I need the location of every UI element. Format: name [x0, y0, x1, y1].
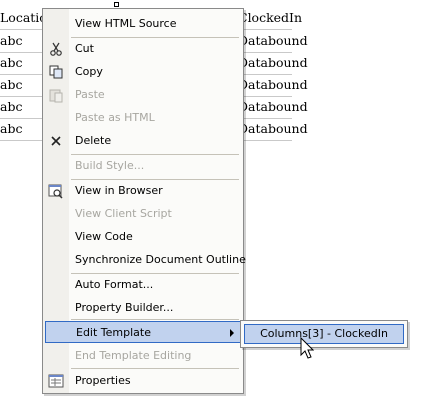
menu-item-label: Copy: [75, 65, 103, 78]
menu-item-label: Edit Template: [76, 326, 151, 339]
menu-item-label: Auto Format...: [75, 278, 154, 291]
menu-item-end-template-editing[interactable]: End Template Editing: [43, 345, 243, 367]
context-menu: View HTML Source Cut Copy Paste Paste as…: [42, 8, 246, 394]
menu-item-label: Delete: [75, 134, 112, 147]
menu-item-label: Property Builder...: [75, 301, 174, 314]
menu-item-view-in-browser[interactable]: View in Browser: [43, 180, 243, 202]
cell-location: abc: [0, 55, 23, 70]
submenu-item-columns-clockedin[interactable]: Columns[3] - ClockedIn: [244, 324, 404, 344]
menu-item-build-style[interactable]: Build Style...: [43, 155, 243, 177]
menu-item-auto-format[interactable]: Auto Format...: [43, 274, 243, 296]
menu-item-view-code[interactable]: View Code: [43, 226, 243, 248]
paste-icon: [49, 89, 63, 103]
header-location: Location: [0, 10, 44, 25]
menu-item-view-client-script[interactable]: View Client Script: [43, 203, 243, 225]
menu-item-edit-template[interactable]: Edit Template: [45, 321, 243, 343]
menu-item-cut[interactable]: Cut: [43, 38, 243, 60]
menu-item-label: View HTML Source: [75, 17, 177, 30]
view-in-browser-icon: [48, 184, 63, 199]
cell-clockedin: Databound: [238, 77, 308, 92]
cell-clockedin: Databound: [238, 33, 308, 48]
header-clockedin: ClockedIn: [238, 10, 303, 25]
cell-clockedin: Databound: [238, 99, 308, 114]
cell-location: abc: [0, 77, 23, 92]
menu-item-synchronize-document-outline[interactable]: Synchronize Document Outline: [43, 249, 246, 271]
menu-item-label: Paste: [75, 88, 105, 101]
cell-location: abc: [0, 33, 23, 48]
menu-item-label: Cut: [75, 42, 94, 55]
menu-separator: [71, 319, 239, 320]
menu-item-delete[interactable]: Delete: [43, 130, 243, 152]
cell-location: abc: [0, 121, 23, 136]
menu-item-paste-as-html[interactable]: Paste as HTML: [43, 107, 243, 129]
copy-icon: [49, 65, 63, 79]
delete-icon: [51, 136, 61, 146]
cell-clockedin: Databound: [238, 55, 308, 70]
edit-template-submenu: Columns[3] - ClockedIn: [240, 320, 408, 348]
submenu-arrow-icon: [230, 329, 234, 337]
menu-item-label: Build Style...: [75, 159, 145, 172]
menu-item-label: End Template Editing: [75, 349, 192, 362]
cell-clockedin: Databound: [238, 121, 308, 136]
menu-item-label: View Code: [75, 230, 133, 243]
menu-item-label: Synchronize Document Outline: [75, 253, 246, 266]
cell-location: abc: [0, 99, 23, 114]
properties-icon: [48, 374, 64, 388]
scissors-icon: [50, 42, 62, 56]
menu-item-property-builder[interactable]: Property Builder...: [43, 297, 243, 319]
menu-item-copy[interactable]: Copy: [43, 61, 243, 83]
menu-item-label: Paste as HTML: [75, 111, 155, 124]
menu-item-label: View in Browser: [75, 184, 163, 197]
menu-item-properties[interactable]: Properties: [43, 370, 243, 392]
menu-separator: [71, 368, 239, 369]
mouse-cursor-icon: [300, 337, 314, 359]
menu-item-label: View Client Script: [75, 207, 172, 220]
menu-item-view-html-source[interactable]: View HTML Source: [43, 13, 243, 35]
menu-item-label: Properties: [75, 374, 131, 387]
menu-item-paste[interactable]: Paste: [43, 84, 243, 106]
